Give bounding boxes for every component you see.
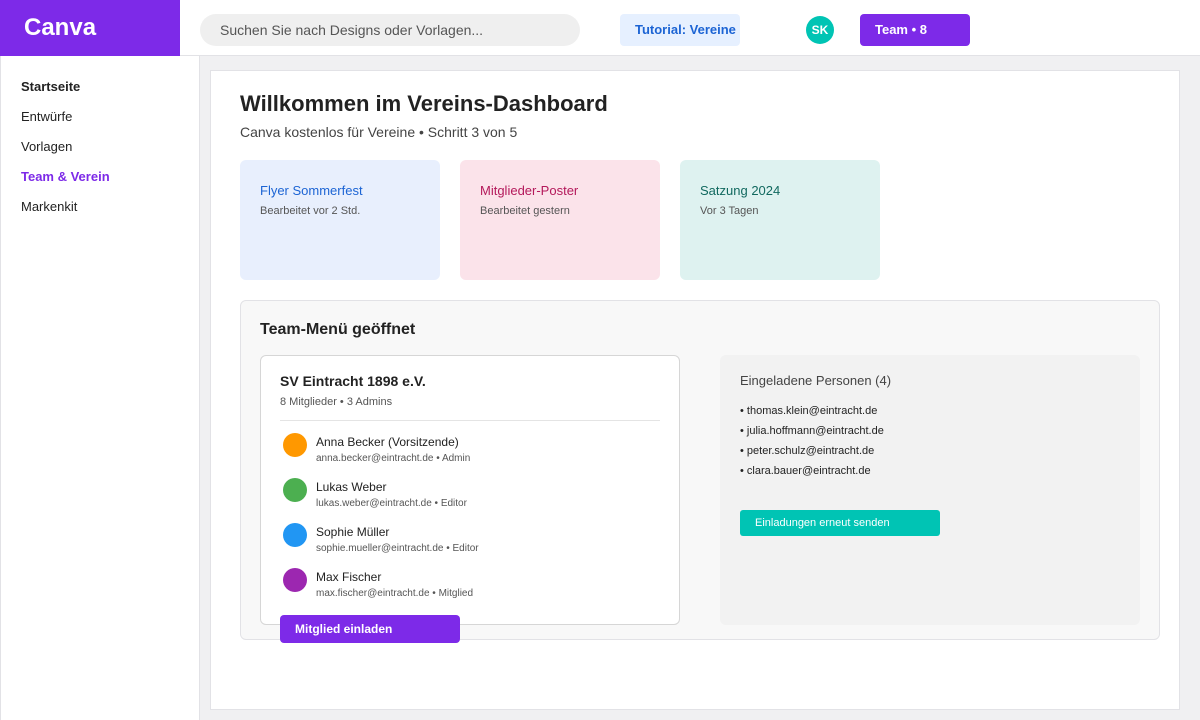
invited-panel: Eingeladene Personen (4) • thomas.klein@… (720, 355, 1140, 625)
member-detail: anna.becker@eintracht.de • Admin (316, 453, 471, 464)
design-card-poster[interactable]: Mitglieder-Poster Bearbeitet gestern (460, 160, 660, 280)
member-name: Max Fischer (316, 570, 382, 584)
member-row[interactable]: Lukas Weber lukas.weber@eintracht.de • E… (283, 478, 653, 514)
sidebar-item-markenkit[interactable]: Markenkit (21, 199, 77, 214)
team-member-count: 8 Mitglieder • 3 Admins (280, 396, 393, 408)
page-title: Willkommen im Vereins-Dashboard (240, 91, 608, 116)
canva-logo[interactable]: Canva (0, 0, 180, 56)
design-card-title: Satzung 2024 (700, 183, 781, 198)
member-detail: lukas.weber@eintracht.de • Editor (316, 498, 467, 509)
design-card-meta: Bearbeitet gestern (480, 205, 570, 217)
design-card-meta: Vor 3 Tagen (700, 205, 759, 217)
main-panel: Willkommen im Vereins-Dashboard Canva ko… (210, 70, 1180, 710)
member-name: Anna Becker (Vorsitzende) (316, 435, 459, 449)
sidebar-item-team-verein[interactable]: Team & Verein (21, 169, 110, 184)
member-row[interactable]: Max Fischer max.fischer@eintracht.de • M… (283, 568, 653, 604)
design-card-meta: Bearbeitet vor 2 Std. (260, 205, 361, 217)
user-avatar[interactable]: SK (806, 16, 834, 44)
tutorial-button[interactable]: Tutorial: Vereine (620, 14, 740, 46)
team-card: SV Eintracht 1898 e.V. 8 Mitglieder • 3 … (260, 355, 680, 625)
sidebar: Startseite Entwürfe Vorlagen Team & Vere… (0, 56, 200, 720)
member-name: Lukas Weber (316, 480, 387, 494)
member-name: Sophie Müller (316, 525, 390, 539)
team-menu-title: Team-Menü geöffnet (260, 321, 416, 338)
invited-email: • julia.hoffmann@eintracht.de (740, 425, 884, 437)
invite-member-button[interactable]: Mitglied einladen (280, 615, 460, 643)
member-detail: sophie.mueller@eintracht.de • Editor (316, 543, 479, 554)
sidebar-item-startseite[interactable]: Startseite (21, 79, 80, 94)
team-menu-section: Team-Menü geöffnet SV Eintracht 1898 e.V… (240, 300, 1160, 643)
design-card-title: Mitglieder-Poster (480, 183, 579, 198)
invited-email: • thomas.klein@eintracht.de (740, 405, 878, 417)
top-bar: Canva Suchen Sie nach Designs oder Vorla… (0, 0, 1200, 56)
invited-email: • peter.schulz@eintracht.de (740, 445, 875, 457)
search-input[interactable]: Suchen Sie nach Designs oder Vorlagen... (200, 14, 580, 46)
page-subtitle: Canva kostenlos für Vereine • Schritt 3 … (240, 124, 518, 140)
member-avatar (283, 568, 307, 592)
member-detail: max.fischer@eintracht.de • Mitglied (316, 588, 474, 599)
divider (280, 420, 660, 421)
design-card-satzung[interactable]: Satzung 2024 Vor 3 Tagen (680, 160, 880, 280)
team-button[interactable]: Team • 8 (860, 14, 970, 46)
sidebar-item-vorlagen[interactable]: Vorlagen (21, 139, 72, 154)
team-name: SV Eintracht 1898 e.V. (280, 373, 426, 389)
member-row[interactable]: Sophie Müller sophie.mueller@eintracht.d… (283, 523, 653, 559)
member-avatar (283, 433, 307, 457)
member-avatar (283, 523, 307, 547)
invited-title: Eingeladene Personen (4) (740, 373, 892, 388)
design-card-flyer[interactable]: Flyer Sommerfest Bearbeitet vor 2 Std. (240, 160, 440, 280)
resend-invitations-button[interactable]: Einladungen erneut senden (740, 510, 940, 536)
design-card-title: Flyer Sommerfest (260, 183, 363, 198)
sidebar-item-entwuerfe[interactable]: Entwürfe (21, 109, 72, 124)
member-avatar (283, 478, 307, 502)
member-row[interactable]: Anna Becker (Vorsitzende) anna.becker@ei… (283, 433, 653, 469)
invited-email: • clara.bauer@eintracht.de (740, 465, 871, 477)
